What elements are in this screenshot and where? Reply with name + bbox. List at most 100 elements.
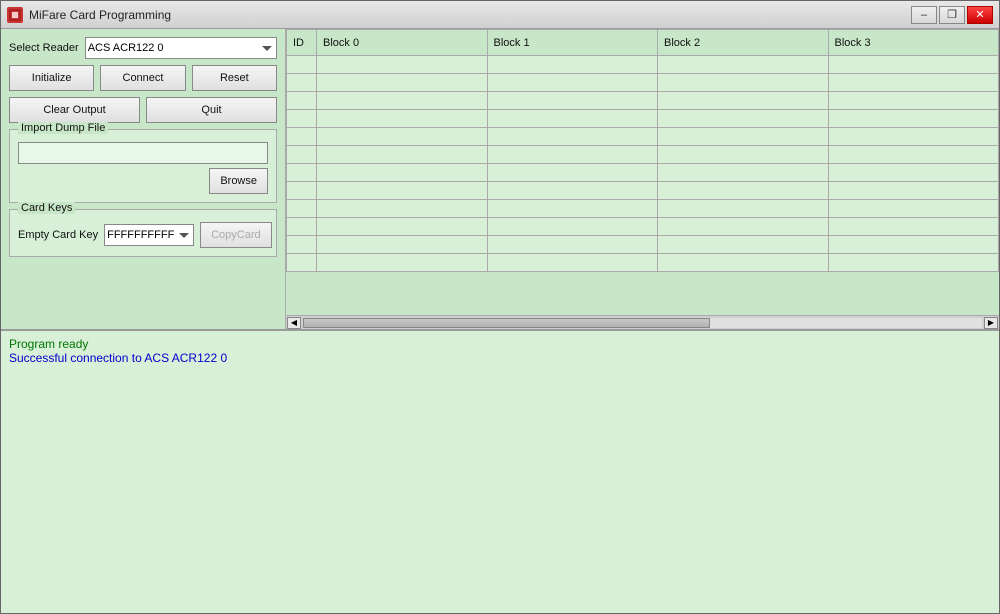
scroll-right-arrow[interactable]: ▶ [984,317,998,329]
table-cell [828,200,999,218]
table-cell [487,200,658,218]
table-cell [487,92,658,110]
table-wrapper: ID Block 0 Block 1 Block 2 Block 3 [286,29,999,329]
table-cell [828,92,999,110]
table-cell [287,218,317,236]
table-cell [287,56,317,74]
table-cell [487,182,658,200]
table-cell [828,110,999,128]
table-cell [658,164,829,182]
table-cell [658,92,829,110]
table-cell [317,146,488,164]
table-cell [487,254,658,272]
table-cell [828,254,999,272]
col-id: ID [287,30,317,56]
table-cell [828,182,999,200]
data-table: ID Block 0 Block 1 Block 2 Block 3 [286,29,999,272]
horizontal-scrollbar[interactable]: ◀ ▶ [286,315,999,329]
table-row [287,164,999,182]
key-select[interactable]: FFFFFFFFFFFF [104,224,194,246]
table-cell [317,200,488,218]
scroll-track[interactable] [303,318,982,328]
table-cell [487,236,658,254]
file-path-input[interactable] [18,142,268,164]
table-cell [287,146,317,164]
table-cell [658,254,829,272]
table-cell [487,56,658,74]
window-title: MiFare Card Programming [29,8,171,22]
table-row [287,128,999,146]
top-half: Select Reader ACS ACR122 0 Initialize Co… [1,29,999,329]
table-row [287,146,999,164]
output-line: Successful connection to ACS ACR122 0 [9,351,991,365]
table-header-row: ID Block 0 Block 1 Block 2 Block 3 [287,30,999,56]
col-block1: Block 1 [487,30,658,56]
reset-button[interactable]: Reset [192,65,277,91]
initialize-button[interactable]: Initialize [9,65,94,91]
table-cell [317,254,488,272]
table-cell [317,110,488,128]
select-reader-row: Select Reader ACS ACR122 0 [9,37,277,59]
card-keys-title: Card Keys [18,202,75,214]
table-cell [487,128,658,146]
table-cell [317,56,488,74]
table-cell [828,56,999,74]
table-scroll-container[interactable]: ID Block 0 Block 1 Block 2 Block 3 [286,29,999,315]
file-input-area [18,142,268,164]
table-cell [287,254,317,272]
connect-button[interactable]: Connect [100,65,185,91]
table-cell [317,164,488,182]
table-cell [287,182,317,200]
table-cell [287,164,317,182]
table-row [287,236,999,254]
table-cell [828,236,999,254]
table-cell [658,182,829,200]
table-cell [317,128,488,146]
scroll-left-arrow[interactable]: ◀ [287,317,301,329]
output-panel: Program readySuccessful connection to AC… [1,329,999,613]
table-row [287,182,999,200]
close-button[interactable]: ✕ [967,6,993,24]
table-cell [658,56,829,74]
import-dump-title: Import Dump File [18,122,108,134]
table-cell [317,182,488,200]
minimize-button[interactable]: – [911,6,937,24]
table-cell [658,236,829,254]
output-line: Program ready [9,337,991,351]
table-cell [487,110,658,128]
scroll-thumb[interactable] [303,318,710,328]
table-cell [287,128,317,146]
table-cell [287,92,317,110]
quit-button[interactable]: Quit [146,97,277,123]
title-bar: MiFare Card Programming – ❒ ✕ [1,1,999,29]
reader-action-buttons: Initialize Connect Reset [9,65,277,91]
table-row [287,56,999,74]
table-cell [317,92,488,110]
clear-output-button[interactable]: Clear Output [9,97,140,123]
import-dump-file-group: Import Dump File Browse [9,129,277,203]
app-window: MiFare Card Programming – ❒ ✕ Select Rea… [0,0,1000,614]
title-controls: – ❒ ✕ [911,6,993,24]
table-cell [828,146,999,164]
copy-card-button[interactable]: CopyCard [200,222,272,248]
title-bar-left: MiFare Card Programming [7,7,171,23]
browse-button[interactable]: Browse [209,168,268,194]
table-cell [658,74,829,92]
table-cell [658,110,829,128]
col-block3: Block 3 [828,30,999,56]
table-cell [487,218,658,236]
table-cell [287,236,317,254]
table-body [287,56,999,272]
restore-button[interactable]: ❒ [939,6,965,24]
table-row [287,92,999,110]
table-cell [828,218,999,236]
browse-row: Browse [18,168,268,194]
reader-select[interactable]: ACS ACR122 0 [85,37,277,59]
table-row [287,74,999,92]
table-cell [658,128,829,146]
col-block0: Block 0 [317,30,488,56]
table-cell [287,200,317,218]
output-action-buttons: Clear Output Quit [9,97,277,123]
table-row [287,200,999,218]
table-cell [487,146,658,164]
